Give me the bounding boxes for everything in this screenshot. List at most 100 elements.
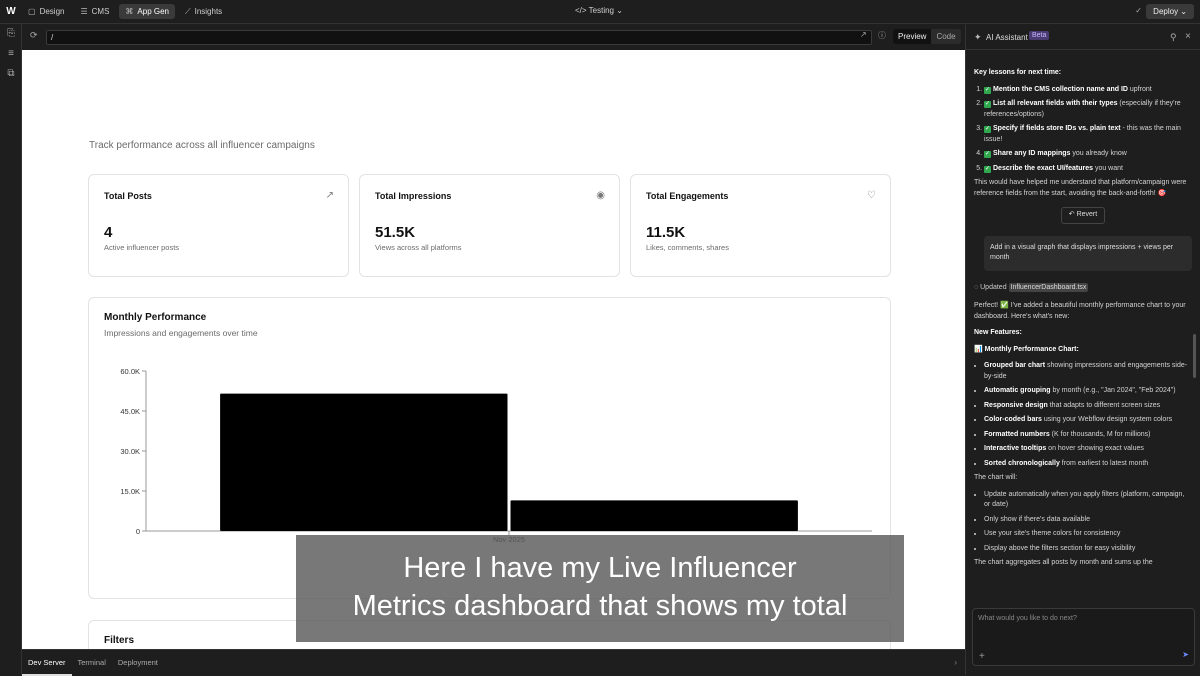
navigator-icon[interactable]: ≡ <box>0 44 22 64</box>
tail-text: The chart aggregates all posts by month … <box>974 559 1153 566</box>
url-input[interactable]: / <box>46 30 872 45</box>
card-title: Total Posts <box>104 191 152 201</box>
heart-icon: ♡ <box>867 190 876 201</box>
assets-icon[interactable]: ⧉ <box>0 64 22 84</box>
lesson-item: ✓Share any ID mappings you already know <box>984 149 1192 160</box>
assistant-messages: Key lessons for next time: ✓Mention the … <box>974 68 1192 575</box>
sparkle-icon: ✦ <box>974 32 982 42</box>
external-link-icon[interactable]: ↗ <box>860 30 867 39</box>
checkbox-icon: ✓ <box>984 86 991 94</box>
lesson-item: ✓Specify if fields store IDs vs. plain t… <box>984 124 1192 145</box>
design-icon: ▢ <box>28 7 36 16</box>
assistant-input[interactable]: What would you like to do next? + ➤ <box>972 608 1195 666</box>
lesson-item: ✓Mention the CMS collection name and ID … <box>984 85 1192 96</box>
trending-up-icon: ↗ <box>325 190 334 201</box>
info-icon[interactable]: ⓘ <box>878 30 886 41</box>
card-desc: Active influencer posts <box>104 243 180 252</box>
preview-tab[interactable]: Preview <box>893 29 932 44</box>
refresh-icon[interactable]: ⟳ <box>30 30 38 41</box>
input-placeholder: What would you like to do next? <box>978 615 1077 622</box>
checkbox-icon: ✓ <box>984 151 991 158</box>
updated-row: ◌ Updated InfluencerDashboard.tsx <box>974 282 1192 294</box>
card-value: 4 <box>104 224 113 241</box>
nav-insights[interactable]: ⟋ Insights <box>179 4 228 20</box>
y-tick-label: 0 <box>136 527 140 536</box>
feature-item: Formatted numbers (K for thousands, M fo… <box>984 430 1192 441</box>
checkbox-icon: ✓ <box>984 101 991 108</box>
card-title: Total Impressions <box>375 191 452 201</box>
nav-label: App Gen <box>137 7 169 16</box>
card-value: 11.5K <box>646 224 686 241</box>
close-icon[interactable]: × <box>1185 31 1191 42</box>
nav-cms[interactable]: ☰ CMS <box>74 4 115 19</box>
revert-button[interactable]: ↶ Revert <box>1061 207 1105 224</box>
chevron-right-icon[interactable]: › <box>954 658 957 667</box>
tab-terminal[interactable]: Terminal <box>72 650 112 676</box>
will-list: Update automatically when you apply filt… <box>974 490 1192 555</box>
will-item: Update automatically when you apply filt… <box>984 490 1192 511</box>
stat-card-engagements: Total Engagements ♡ 11.5K Likes, comment… <box>630 174 891 277</box>
project-selector[interactable]: </> Testing ⌄ <box>575 6 623 15</box>
will-item: Display above the filters section for ea… <box>984 544 1192 555</box>
summary-text: This would have helped me understand tha… <box>974 179 1187 197</box>
beta-badge: Beta <box>1029 31 1050 40</box>
scrollbar-thumb[interactable] <box>1193 334 1196 378</box>
pin-icon[interactable]: ⚲ <box>1170 32 1177 43</box>
left-rail: ⎘ ≡ ⧉ <box>0 24 22 675</box>
deploy-button[interactable]: Deploy ⌄ <box>1146 4 1194 19</box>
updated-file-chip[interactable]: InfluencerDashboard.tsx <box>1008 282 1089 292</box>
y-tick-label: 15.0K <box>120 487 140 496</box>
nav-label: Insights <box>194 7 223 16</box>
assistant-header: ✦ AI Assistant Beta ⚲ × <box>966 24 1200 50</box>
feature-item: Automatic grouping by month (e.g., "Jan … <box>984 386 1192 397</box>
nav-label: Design <box>39 7 65 16</box>
checkbox-icon: ✓ <box>984 126 991 133</box>
top-bar: W ▢ Design ☰ CMS ⌘ App Gen ⟋ Insights </> Testi… <box>0 0 1200 24</box>
stat-card-posts: Total Posts ↗ 4 Active influencer posts <box>88 174 349 277</box>
pages-icon[interactable]: ⎘ <box>0 24 22 44</box>
check-icon: ✓ <box>1135 6 1142 15</box>
eye-icon: ◉ <box>596 190 605 201</box>
card-desc: Views across all platforms <box>375 243 462 252</box>
card-title: Total Engagements <box>646 191 729 201</box>
lesson-item: ✓List all relevant fields with their typ… <box>984 99 1192 120</box>
stat-card-impressions: Total Impressions ◉ 51.5K Views across a… <box>359 174 620 277</box>
code-tab[interactable]: Code <box>931 29 961 44</box>
insights-icon: ⟋ <box>185 6 191 16</box>
bottom-panel-tabs: Dev Server Terminal Deployment › <box>22 649 965 676</box>
lessons-list: ✓Mention the CMS collection name and ID … <box>974 85 1192 175</box>
add-icon[interactable]: + <box>979 651 985 662</box>
user-message: Add in a visual graph that displays impr… <box>984 235 1192 271</box>
will-item: Use your site's theme colors for consist… <box>984 529 1192 540</box>
feature-item: Grouped bar chart showing impressions an… <box>984 361 1192 382</box>
card-value: 51.5K <box>375 224 416 241</box>
nav-design[interactable]: ▢ Design <box>22 4 70 19</box>
card-desc: Likes, comments, shares <box>646 243 729 252</box>
caption-line-1: Here I have my Live Influencer <box>403 552 797 584</box>
checkbox-icon: ✓ <box>984 165 991 173</box>
features-heading: New Features: <box>974 329 1022 336</box>
feature-item: Sorted chronologically from earliest to … <box>984 459 1192 470</box>
nav-app-gen[interactable]: ⌘ App Gen <box>119 4 175 19</box>
y-tick-label: 45.0K <box>120 407 140 416</box>
updated-label: Updated <box>980 283 1007 291</box>
video-caption: Here I have my Live Influencer Metrics d… <box>296 535 904 642</box>
reply-intro: Perfect! ✅ I've added a beautiful monthl… <box>974 302 1186 320</box>
ai-assistant-panel: ✦ AI Assistant Beta ⚲ × Key lessons for … <box>965 24 1200 675</box>
cms-icon: ☰ <box>80 7 88 16</box>
tab-deployment[interactable]: Deployment <box>112 650 164 676</box>
lessons-heading: Key lessons for next time: <box>974 69 1062 76</box>
feature-item: Interactive tooltips on hover showing ex… <box>984 444 1192 455</box>
caption-line-2: Metrics dashboard that shows my total <box>352 590 848 622</box>
chart-heading: 📊 Monthly Performance Chart: <box>974 345 1079 353</box>
lesson-item: ✓Describe the exact UI/features you want <box>984 164 1192 175</box>
app-gen-icon: ⌘ <box>125 7 134 16</box>
webflow-logo[interactable]: W <box>0 6 22 17</box>
feature-item: Color-coded bars using your Webflow desi… <box>984 415 1192 426</box>
tab-dev-server[interactable]: Dev Server <box>22 650 72 676</box>
y-tick-label: 60.0K <box>120 367 140 376</box>
bar-series-1 <box>220 393 508 531</box>
will-item: Only show if there's data available <box>984 515 1192 526</box>
assistant-title: AI Assistant <box>986 33 1028 42</box>
send-icon[interactable]: ➤ <box>1182 650 1189 659</box>
